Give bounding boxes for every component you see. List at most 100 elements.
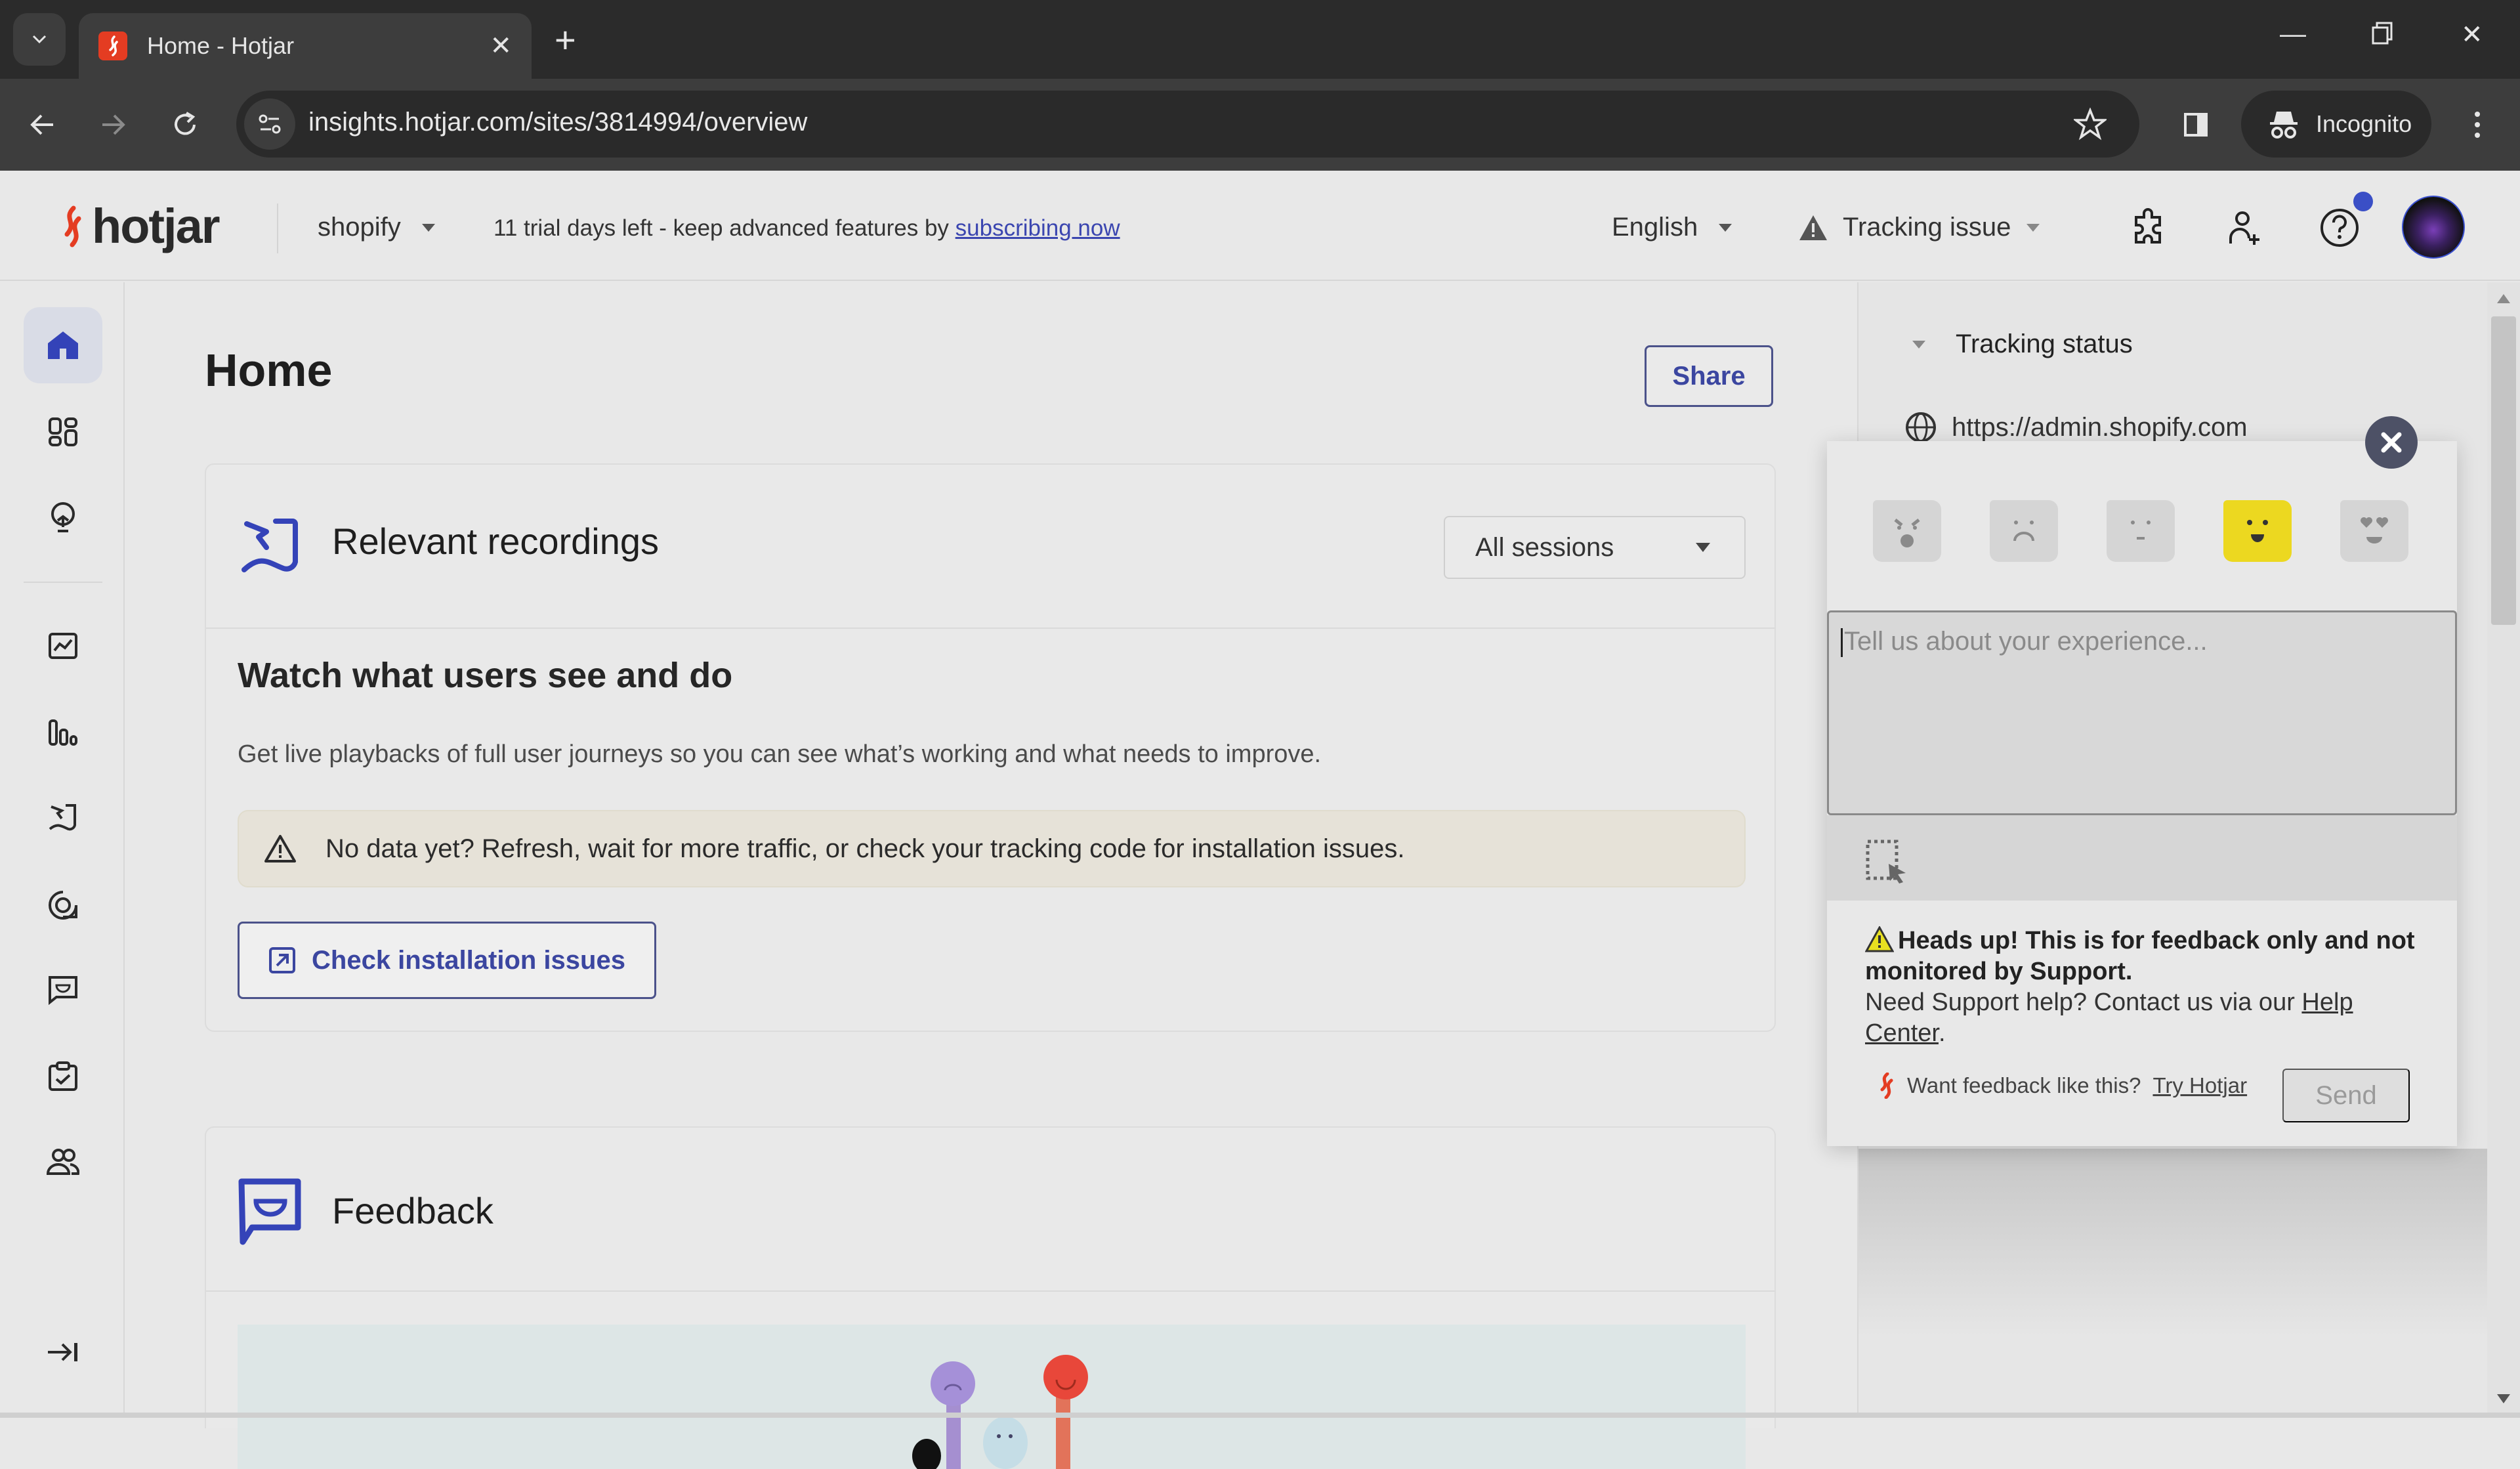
restore-button[interactable] — [2369, 20, 2395, 46]
site-selector[interactable]: shopify — [318, 213, 436, 242]
reload-button[interactable] — [165, 105, 205, 144]
tracking-issue-dropdown[interactable]: Tracking issue — [1798, 213, 2041, 242]
recordings-card: Relevant recordings All sessions Watch w… — [205, 463, 1776, 1032]
notice-text: Need Support help? Contact us via our — [1865, 989, 2302, 1016]
rating-row: Like — [1873, 500, 2411, 650]
rating-like[interactable] — [2223, 500, 2292, 562]
heart-eyes-face-icon — [2361, 517, 2388, 543]
sidebar-item-home[interactable] — [24, 307, 102, 383]
feedback-title: Feedback — [332, 1190, 494, 1231]
send-feedback-button[interactable]: Send — [2282, 1069, 2410, 1122]
integrations-button[interactable] — [2126, 205, 2172, 251]
tab-close-icon[interactable]: ✕ — [490, 31, 512, 61]
select-element-icon[interactable] — [1865, 839, 1911, 885]
site-info-button[interactable] — [244, 98, 295, 150]
share-button[interactable]: Share — [1645, 345, 1773, 407]
no-data-alert: No data yet? Refresh, wait for more traf… — [238, 810, 1746, 887]
tracking-status-toggle[interactable]: Tracking status — [1911, 330, 2133, 359]
hotjar-favicon-icon — [98, 32, 127, 60]
hotjar-flame-icon — [1880, 1073, 1893, 1099]
panel-shadow — [1858, 1149, 2488, 1418]
sidebar — [0, 282, 125, 1418]
language-selector[interactable]: English — [1612, 213, 1733, 242]
feedback-card: Feedback — [205, 1126, 1776, 1469]
browser-menu-button[interactable] — [2458, 105, 2497, 144]
reload-icon — [175, 112, 196, 135]
sidebar-item-engage[interactable] — [24, 866, 102, 943]
tune-icon — [259, 114, 281, 134]
recordings-description: Get live playbacks of full user journeys… — [238, 740, 1322, 768]
sidebar-item-dashboards[interactable] — [24, 394, 102, 470]
surveys-icon — [49, 1061, 77, 1091]
text-caret — [1841, 628, 1843, 658]
recordings-title: Relevant recordings — [332, 521, 660, 562]
feedback-illustration — [238, 1325, 1746, 1469]
sidebar-item-feedback[interactable] — [24, 952, 102, 1028]
side-panel-button[interactable] — [2176, 105, 2216, 144]
feedback-footer: Want feedback like this? Try Hotjar — [1877, 1073, 2247, 1099]
try-hotjar-link[interactable]: Try Hotjar — [2152, 1073, 2247, 1098]
recordings-card-header: Relevant recordings All sessions — [206, 465, 1774, 629]
warning-icon — [1799, 215, 1827, 240]
rating-love[interactable] — [2340, 500, 2408, 562]
arrow-left-icon — [30, 114, 53, 135]
sessions-filter-select[interactable]: All sessions — [1444, 516, 1746, 579]
rating-dislike[interactable] — [1990, 500, 2058, 562]
page-scrollbar[interactable] — [2487, 282, 2520, 1418]
feedback-notice: Heads up! This is for feedback only and … — [1865, 926, 2429, 1049]
help-button[interactable] — [2317, 205, 2362, 251]
forward-button[interactable] — [93, 105, 133, 144]
close-icon — [2381, 432, 2402, 453]
side-panel-icon — [2184, 113, 2208, 137]
recordings-icon — [242, 519, 298, 572]
minimize-button[interactable]: — — [2280, 20, 2306, 49]
expand-sidebar-icon — [48, 1343, 77, 1361]
users-icon — [47, 1149, 79, 1175]
caret-down-icon — [421, 223, 435, 232]
address-bar[interactable]: insights.hotjar.com/sites/3814994/overvi… — [236, 91, 2139, 158]
tracking-issue-label: Tracking issue — [1843, 213, 2011, 242]
back-button[interactable] — [23, 105, 62, 144]
rating-hate[interactable] — [1873, 500, 1941, 562]
chevron-down-icon — [32, 35, 47, 44]
angry-face-icon — [1894, 519, 1920, 547]
sidebar-item-highlights[interactable] — [24, 479, 102, 555]
caret-down-icon — [1696, 543, 1710, 552]
globe-icon — [1906, 412, 1936, 442]
sidebar-expand-button[interactable] — [24, 1314, 102, 1390]
main-content: Home Share Relevant recordings All sessi… — [126, 282, 1856, 1469]
new-tab-button[interactable]: + — [555, 18, 576, 61]
tab-search-button[interactable] — [13, 13, 66, 66]
sidebar-item-trends[interactable] — [24, 608, 102, 684]
browser-tab[interactable]: Home - Hotjar ✕ — [79, 13, 532, 79]
user-avatar[interactable] — [2402, 196, 2465, 259]
sidebar-item-users[interactable] — [24, 1124, 102, 1200]
tab-title: Home - Hotjar — [147, 32, 295, 59]
tracking-status-title: Tracking status — [1956, 330, 2133, 358]
hotjar-logo[interactable]: hotjar — [59, 198, 220, 254]
check-installation-label: Check installation issues — [312, 945, 625, 975]
rating-neutral[interactable] — [2107, 500, 2175, 562]
browser-toolbar: insights.hotjar.com/sites/3814994/overvi… — [0, 79, 2520, 171]
incognito-indicator[interactable]: Incognito — [2241, 91, 2431, 158]
check-installation-button[interactable]: Check installation issues — [238, 922, 656, 999]
bookmark-star-icon[interactable] — [2074, 108, 2107, 140]
invite-user-button[interactable] — [2222, 205, 2268, 251]
scroll-down-arrow[interactable] — [2497, 1394, 2510, 1403]
happy-face-icon — [2247, 520, 2268, 542]
subscribe-link[interactable]: subscribing now — [956, 215, 1120, 241]
trends-icon — [49, 633, 77, 659]
sidebar-item-surveys[interactable] — [24, 1038, 102, 1115]
horizontal-scrollbar[interactable] — [0, 1413, 2520, 1418]
sidebar-item-recordings[interactable] — [24, 780, 102, 856]
heatmaps-icon — [49, 719, 77, 746]
feedback-textarea[interactable]: Tell us about your experience... — [1827, 610, 2457, 815]
sidebar-item-heatmaps[interactable] — [24, 694, 102, 771]
window-close-button[interactable]: ✕ — [2461, 20, 2483, 50]
scroll-up-arrow[interactable] — [2497, 294, 2510, 303]
tracked-site: https://admin.shopify.com — [1904, 411, 2248, 444]
feedback-widget: Like Tell us about your experience... He… — [1827, 441, 2457, 1146]
feedback-close-button[interactable] — [2365, 416, 2418, 469]
feedback-icon — [238, 1178, 301, 1245]
scrollbar-thumb[interactable] — [2491, 316, 2516, 625]
